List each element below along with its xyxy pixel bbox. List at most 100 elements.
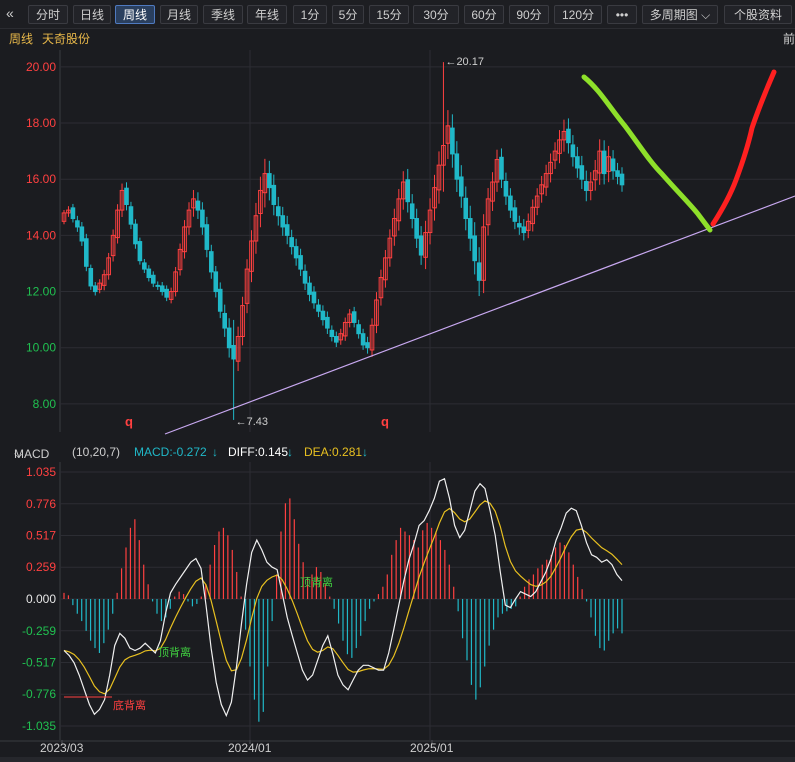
candle-down	[222, 312, 228, 329]
macd-tick-label: -1.035	[22, 719, 56, 733]
candle-down	[70, 207, 76, 220]
high-price-label: ←20.17	[445, 56, 484, 68]
diff-value: DIFF:0.145	[228, 445, 289, 459]
candle-down	[137, 241, 143, 262]
macd-params: (10,20,7)	[72, 445, 121, 459]
candle-down	[302, 270, 308, 284]
candle-down	[311, 291, 317, 304]
candle-down	[405, 179, 411, 203]
candle-down	[209, 251, 214, 273]
candle-down	[217, 288, 223, 312]
price-tick-label: 14.00	[26, 228, 56, 242]
red-drawn-path	[710, 69, 777, 227]
macd-tick-label: 0.259	[26, 560, 56, 574]
x-tick-label: 2025/01	[410, 741, 454, 755]
candle-down	[289, 237, 294, 248]
price-tick-label: 18.00	[26, 116, 56, 130]
down-arrow-icon: ↓	[287, 445, 293, 459]
candle-down	[458, 176, 464, 197]
top-divergence-label: 顶背离	[158, 645, 191, 659]
dea-value: DEA:0.281	[304, 445, 363, 459]
macd-tick-label: -0.776	[22, 687, 56, 701]
candle-down	[467, 218, 473, 239]
candle-down	[579, 165, 585, 180]
candle-down	[463, 197, 469, 220]
chevron-down-icon: ⌵	[14, 447, 24, 461]
candle-down	[521, 226, 527, 234]
candle-down	[204, 224, 210, 250]
candle-down	[320, 310, 326, 321]
price-tick-label: 12.00	[26, 285, 56, 299]
x-tick-label: 2023/03	[40, 741, 84, 755]
top-divergence-label: 顶背离	[300, 575, 333, 589]
candle-down	[316, 304, 321, 312]
marker-q: q	[381, 414, 389, 429]
support-trend-line	[164, 195, 795, 435]
candle-down	[601, 150, 607, 175]
candle-down	[84, 238, 89, 267]
candle-down	[280, 215, 286, 228]
candle-down	[476, 262, 482, 281]
candle-down	[418, 235, 424, 256]
candle-down	[619, 173, 625, 186]
candle-down	[271, 184, 277, 205]
candle-down	[575, 156, 580, 169]
price-tick-label: 16.00	[26, 172, 56, 186]
candle-down	[79, 226, 85, 242]
candle-down	[351, 311, 357, 323]
price-tick-label: 8.00	[33, 397, 57, 411]
down-arrow-icon: ↓	[212, 445, 218, 459]
candle-down	[226, 327, 232, 349]
candle-down	[150, 274, 156, 284]
candle-down	[325, 316, 330, 329]
candle-down	[200, 209, 205, 228]
candle-down	[472, 235, 477, 262]
price-tick-label: 10.00	[26, 341, 56, 355]
chart-canvas[interactable]: 20.00 18.00 16.00 14.00 12.00 10.00 8.00 ←20.17…	[0, 0, 795, 762]
candle-down	[356, 324, 361, 335]
candle-down	[155, 284, 161, 287]
candle-down	[615, 170, 620, 177]
candle-down	[195, 200, 201, 211]
candle-down	[414, 218, 419, 239]
candle-down	[512, 207, 518, 222]
candle-down	[365, 342, 370, 349]
candle-down	[231, 344, 236, 360]
candle-down	[142, 262, 147, 270]
price-tick-label: 20.00	[26, 60, 56, 74]
x-tick-label: 2024/01	[228, 741, 272, 755]
candle-down	[360, 333, 366, 346]
candle-down	[450, 127, 455, 155]
candle-down	[92, 285, 98, 293]
macd-tick-label: -0.259	[22, 624, 56, 638]
marker-q: q	[125, 414, 133, 429]
candle-down	[409, 203, 415, 220]
candle-down	[124, 187, 129, 205]
candle-down	[133, 223, 138, 245]
bottom-tab-strip	[0, 757, 795, 762]
candle-down	[503, 180, 509, 197]
candle-down	[293, 246, 299, 259]
candle-down	[159, 285, 165, 293]
macd-header: MACD ⌵ (10,20,7) MACD:-0.272 ↓ DIFF:0.14…	[0, 443, 795, 461]
candle-down	[75, 220, 80, 228]
candle-down	[508, 195, 513, 211]
candle-down	[454, 153, 460, 180]
macd-value: MACD:-0.272	[134, 445, 207, 459]
macd-tick-label: -0.517	[22, 655, 56, 669]
candle-down	[329, 329, 335, 337]
candle-down	[298, 255, 303, 270]
candle-down	[307, 282, 312, 295]
bottom-divergence-label: 底背离	[113, 698, 146, 712]
candle-down	[164, 288, 169, 298]
candle-down	[128, 206, 134, 225]
candle-down	[517, 223, 522, 228]
candle-down	[284, 224, 290, 236]
candle-down	[267, 173, 272, 189]
down-arrow-icon: ↓	[362, 445, 368, 459]
candle-down	[334, 336, 339, 343]
candle-down	[275, 206, 281, 217]
candle-down	[610, 158, 616, 172]
macd-tick-label: 1.035	[26, 465, 56, 479]
low-price-label: ←7.43	[236, 416, 268, 428]
